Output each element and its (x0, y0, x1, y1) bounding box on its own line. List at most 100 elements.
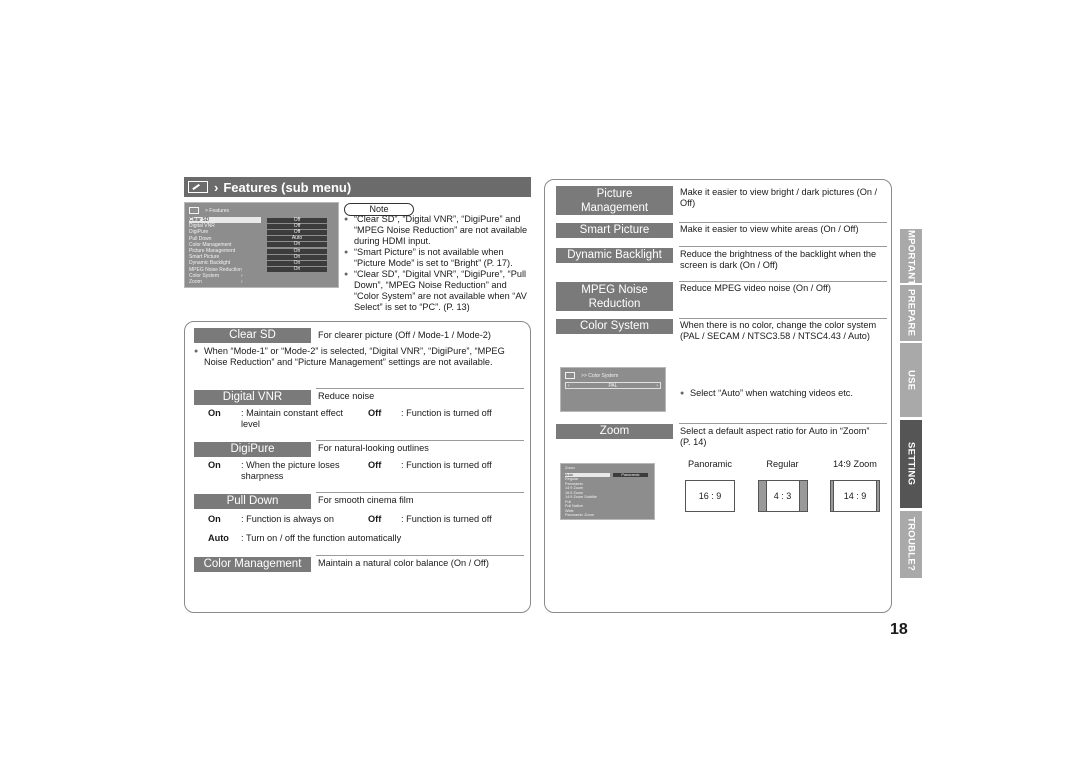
osd-row-value: Off (267, 217, 327, 223)
color-management-label: Color Management (194, 557, 311, 572)
osd-row-value: On (267, 254, 327, 260)
note-item: “Clear SD”, “Digital VNR”, “DigiPure” an… (344, 214, 532, 247)
color-management-desc: Maintain a natural color balance (On / O… (318, 558, 489, 568)
option-desc: : Function is turned off (401, 408, 492, 418)
note-list: “Clear SD”, “Digital VNR”, “DigiPure” an… (344, 214, 532, 313)
features-osd-screenshot: > Features Clear SD Off Digital VNR Off Digi… (184, 202, 339, 288)
aspect-ratio-name: Regular (766, 459, 799, 469)
clear-sd-label: Clear SD (194, 328, 311, 343)
option-desc: : Turn on / off the function automatical… (241, 533, 402, 543)
side-bar (831, 481, 834, 511)
zoom-label: Zoom (556, 424, 673, 439)
color-system-osd-screenshot: >> Color System ‹ PAL › (560, 367, 666, 412)
option-key: On (208, 514, 221, 524)
divider (679, 246, 887, 247)
aspect-ratio-diagram: 4 : 3 (757, 480, 808, 512)
osd-row-value: › (241, 272, 243, 279)
digital-vnr-label: Digital VNR (194, 390, 311, 405)
mpeg-nr-desc: Reduce MPEG video noise (On / Off) (680, 283, 831, 293)
tab-trouble[interactable]: TROUBLE? (900, 511, 922, 578)
side-bar (758, 481, 767, 511)
aspect-ratio-value: 14 : 9 (843, 491, 867, 501)
arrow-left-icon: ‹ (568, 383, 570, 389)
mpeg-nr-label: MPEG Noise Reduction (556, 282, 673, 311)
arrow-right-icon: › (656, 383, 658, 389)
osd-row-label: Digital VNR (189, 223, 215, 230)
aspect-ratio-diagram: 14 : 9 (830, 480, 880, 512)
tab-setting[interactable]: SETTING (900, 420, 922, 508)
smart-picture-desc: Make it easier to view white areas (On /… (680, 224, 859, 234)
option-desc: : Maintain constant effect level (241, 408, 343, 429)
osd-row-label: Zoom (189, 278, 202, 285)
divider (316, 492, 524, 493)
osd-menu-row: Panoramic Zoom (565, 513, 650, 518)
option-desc: : Function is always on (241, 514, 334, 524)
osd-title: > Features (205, 207, 230, 214)
osd-row-label: Color Management (189, 241, 232, 248)
dynamic-backlight-label: Dynamic Backlight (556, 248, 673, 263)
aspect-ratio-name: Panoramic (688, 459, 732, 469)
aspect-ratio-item: 14:9 Zoom 14 : 9 (825, 459, 885, 512)
option-key: Off (368, 460, 382, 470)
osd-row-label: MPEG Noise Reduction (189, 266, 242, 273)
divider (679, 423, 887, 424)
section-header: › Features (sub menu) (184, 177, 531, 197)
tab-important[interactable]: IMPORTANT (900, 227, 922, 285)
menu-screen-icon (565, 372, 575, 379)
tab-prepare[interactable]: PREPARE (900, 285, 922, 341)
page-number: 18 (890, 621, 908, 638)
menu-screen-icon (188, 181, 208, 193)
tab-use[interactable]: USE (900, 343, 922, 417)
option-desc: : Function is turned off (401, 514, 492, 524)
osd-title: >> Color System (581, 372, 619, 379)
osd-row-value: On (267, 242, 327, 248)
divider (316, 555, 524, 556)
option-key: On (208, 460, 221, 470)
aspect-ratio-diagram: 16 : 9 (685, 480, 735, 512)
smart-picture-label: Smart Picture (556, 223, 673, 238)
picture-management-desc: Make it easier to view bright / dark pic… (680, 187, 878, 208)
divider (679, 318, 887, 319)
divider (679, 222, 887, 223)
option-desc: : Function is turned off (401, 460, 492, 470)
color-system-label: Color System (556, 319, 673, 334)
aspect-ratio-value: 16 : 9 (698, 491, 722, 501)
osd-title: Zoom (565, 466, 575, 470)
note-item: “Smart Picture” is not available when “P… (344, 247, 532, 269)
osd-row-value: › (241, 278, 243, 285)
clear-sd-note: When “Mode-1” or “Mode-2” is selected, “… (194, 346, 524, 368)
osd-row-value: On (267, 267, 327, 273)
digipure-label: DigiPure (194, 442, 311, 457)
note-item: “Clear SD”, “Digital VNR”, “DigiPure”, “… (344, 269, 532, 313)
aspect-ratio-name: 14:9 Zoom (833, 459, 877, 469)
osd-rows: Clear SD Off Digital VNR Off DigiPure Off Pull… (189, 217, 334, 285)
osd-value: PAL (608, 383, 618, 389)
osd-row-label: Panoramic Zoom (565, 513, 594, 517)
osd-row-label: Clear SD (189, 217, 261, 224)
osd-row-label: DigiPure (189, 229, 209, 236)
pull-down-label: Pull Down (194, 494, 311, 509)
digital-vnr-desc: Reduce noise (318, 391, 375, 401)
zoom-desc: Select a default aspect ratio for Auto i… (680, 426, 870, 447)
osd-title-row: > Features (189, 206, 334, 215)
menu-screen-icon (189, 207, 199, 214)
osd-row-label: Picture Management (189, 248, 236, 255)
osd-row-label: Dynamic Backlight (189, 260, 231, 267)
divider (679, 281, 887, 282)
side-bar (876, 481, 879, 511)
aspect-ratio-item: Panoramic 16 : 9 (680, 459, 740, 512)
option-key: Off (368, 408, 382, 418)
aspect-ratio-value: 4 : 3 (773, 491, 792, 501)
zoom-osd-screenshot: Zoom Auto Panoramic Regular Panoramic 14:9 Z… (560, 463, 655, 520)
color-system-desc: When there is no color, change the color… (680, 320, 877, 341)
aspect-ratio-examples: Panoramic 16 : 9 Regular 4 : 3 14:9 Zoom 14 :… (680, 459, 885, 512)
option-key: On (208, 408, 221, 418)
color-system-note: Select “Auto” when watching videos etc. (680, 388, 880, 399)
clear-sd-desc: For clearer picture (Off / Mode-1 / Mode… (318, 330, 491, 340)
section-title: Features (sub menu) (223, 179, 352, 195)
osd-row-label: Pull Down (189, 235, 212, 242)
option-key: Off (368, 514, 382, 524)
osd-row-label: Color System (189, 272, 220, 279)
osd-menu-row: Zoom › (189, 279, 334, 285)
digipure-desc: For natural-looking outlines (318, 443, 429, 453)
